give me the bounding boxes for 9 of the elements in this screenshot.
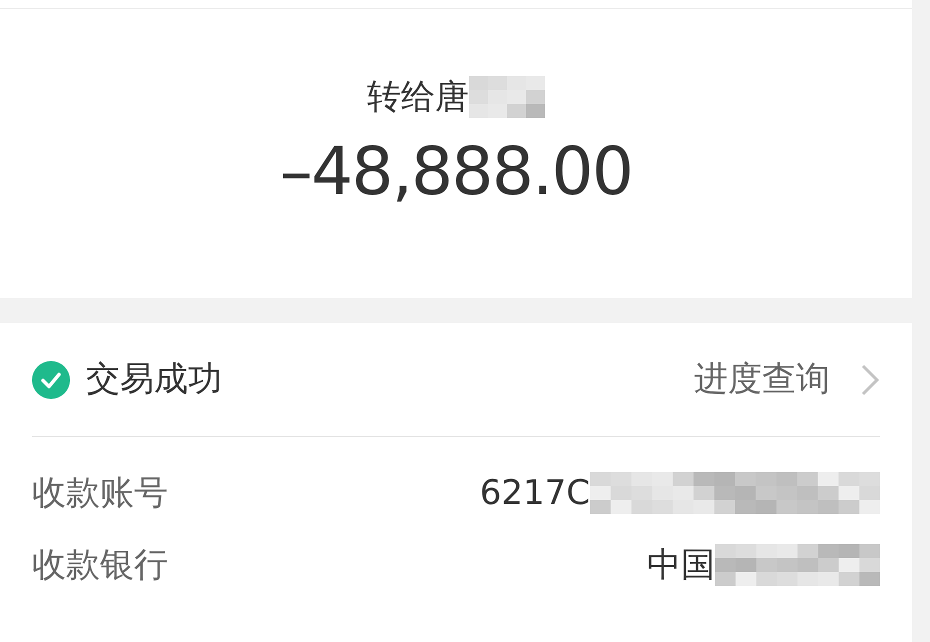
detail-label: 收款银行 [32,544,168,586]
status-text: 交易成功 [86,358,222,401]
amount-text: –48,888.00 [280,139,632,205]
progress-query-link[interactable]: 进度查询 [694,354,880,405]
detail-label: 收款账号 [32,472,168,514]
detail-value: 6217C [480,472,590,514]
recipient-label: 转给唐 [367,80,469,114]
chevron-right-icon [860,362,880,396]
detail-value: 中国 [647,544,715,586]
